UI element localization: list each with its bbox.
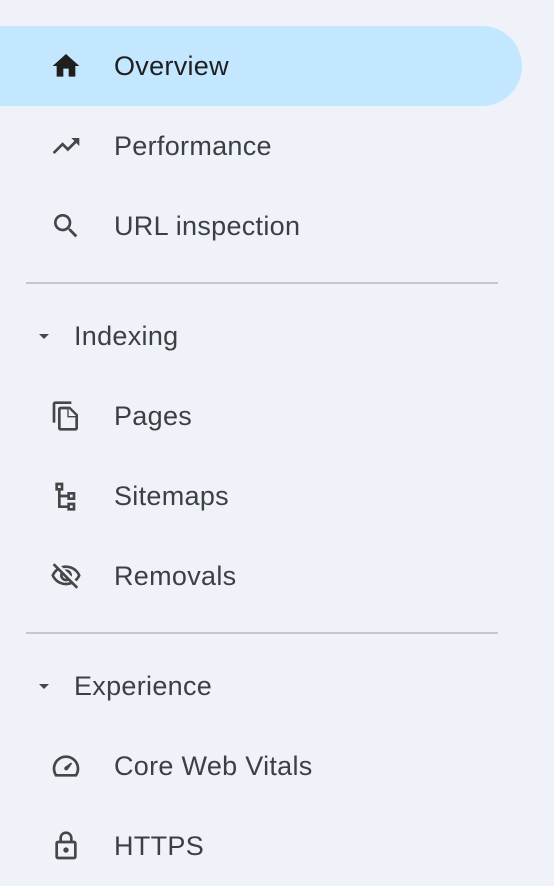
sidebar-item-performance[interactable]: Performance: [0, 106, 522, 186]
sidebar-item-pages[interactable]: Pages: [0, 376, 522, 456]
sidebar-item-core-web-vitals[interactable]: Core Web Vitals: [0, 726, 522, 806]
sidebar-item-label: Sitemaps: [114, 481, 229, 511]
section-header-indexing[interactable]: Indexing: [0, 296, 522, 376]
section-header-experience[interactable]: Experience: [0, 646, 522, 726]
pages-icon: [46, 400, 86, 432]
sidebar-nav: Overview Performance URL inspection Inde…: [0, 0, 554, 876]
sidebar-item-label: Pages: [114, 401, 193, 431]
sidebar-item-label: Removals: [114, 561, 237, 591]
sidebar-item-label: Overview: [114, 51, 229, 81]
search-icon: [46, 210, 86, 242]
sidebar-item-https[interactable]: HTTPS: [0, 806, 522, 886]
sidebar-item-sitemaps[interactable]: Sitemaps: [0, 456, 522, 536]
eye-off-icon: [46, 560, 86, 592]
trending-up-icon: [46, 130, 86, 162]
sidebar-item-label: URL inspection: [114, 211, 301, 241]
home-icon: [46, 50, 86, 82]
section-divider: [26, 632, 498, 634]
caret-down-icon: [32, 674, 56, 698]
section-title: Experience: [74, 671, 213, 701]
speedometer-icon: [46, 750, 86, 782]
sidebar-item-label: HTTPS: [114, 831, 205, 861]
caret-down-icon: [32, 324, 56, 348]
lock-icon: [46, 830, 86, 862]
sidebar-item-overview[interactable]: Overview: [0, 26, 522, 106]
sidebar-item-label: Core Web Vitals: [114, 751, 313, 781]
sidebar-item-label: Performance: [114, 131, 272, 161]
sidebar-item-removals[interactable]: Removals: [0, 536, 522, 616]
sidebar-item-url-inspection[interactable]: URL inspection: [0, 186, 522, 266]
section-title: Indexing: [74, 321, 179, 351]
sitemap-icon: [46, 480, 86, 512]
section-divider: [26, 282, 498, 284]
